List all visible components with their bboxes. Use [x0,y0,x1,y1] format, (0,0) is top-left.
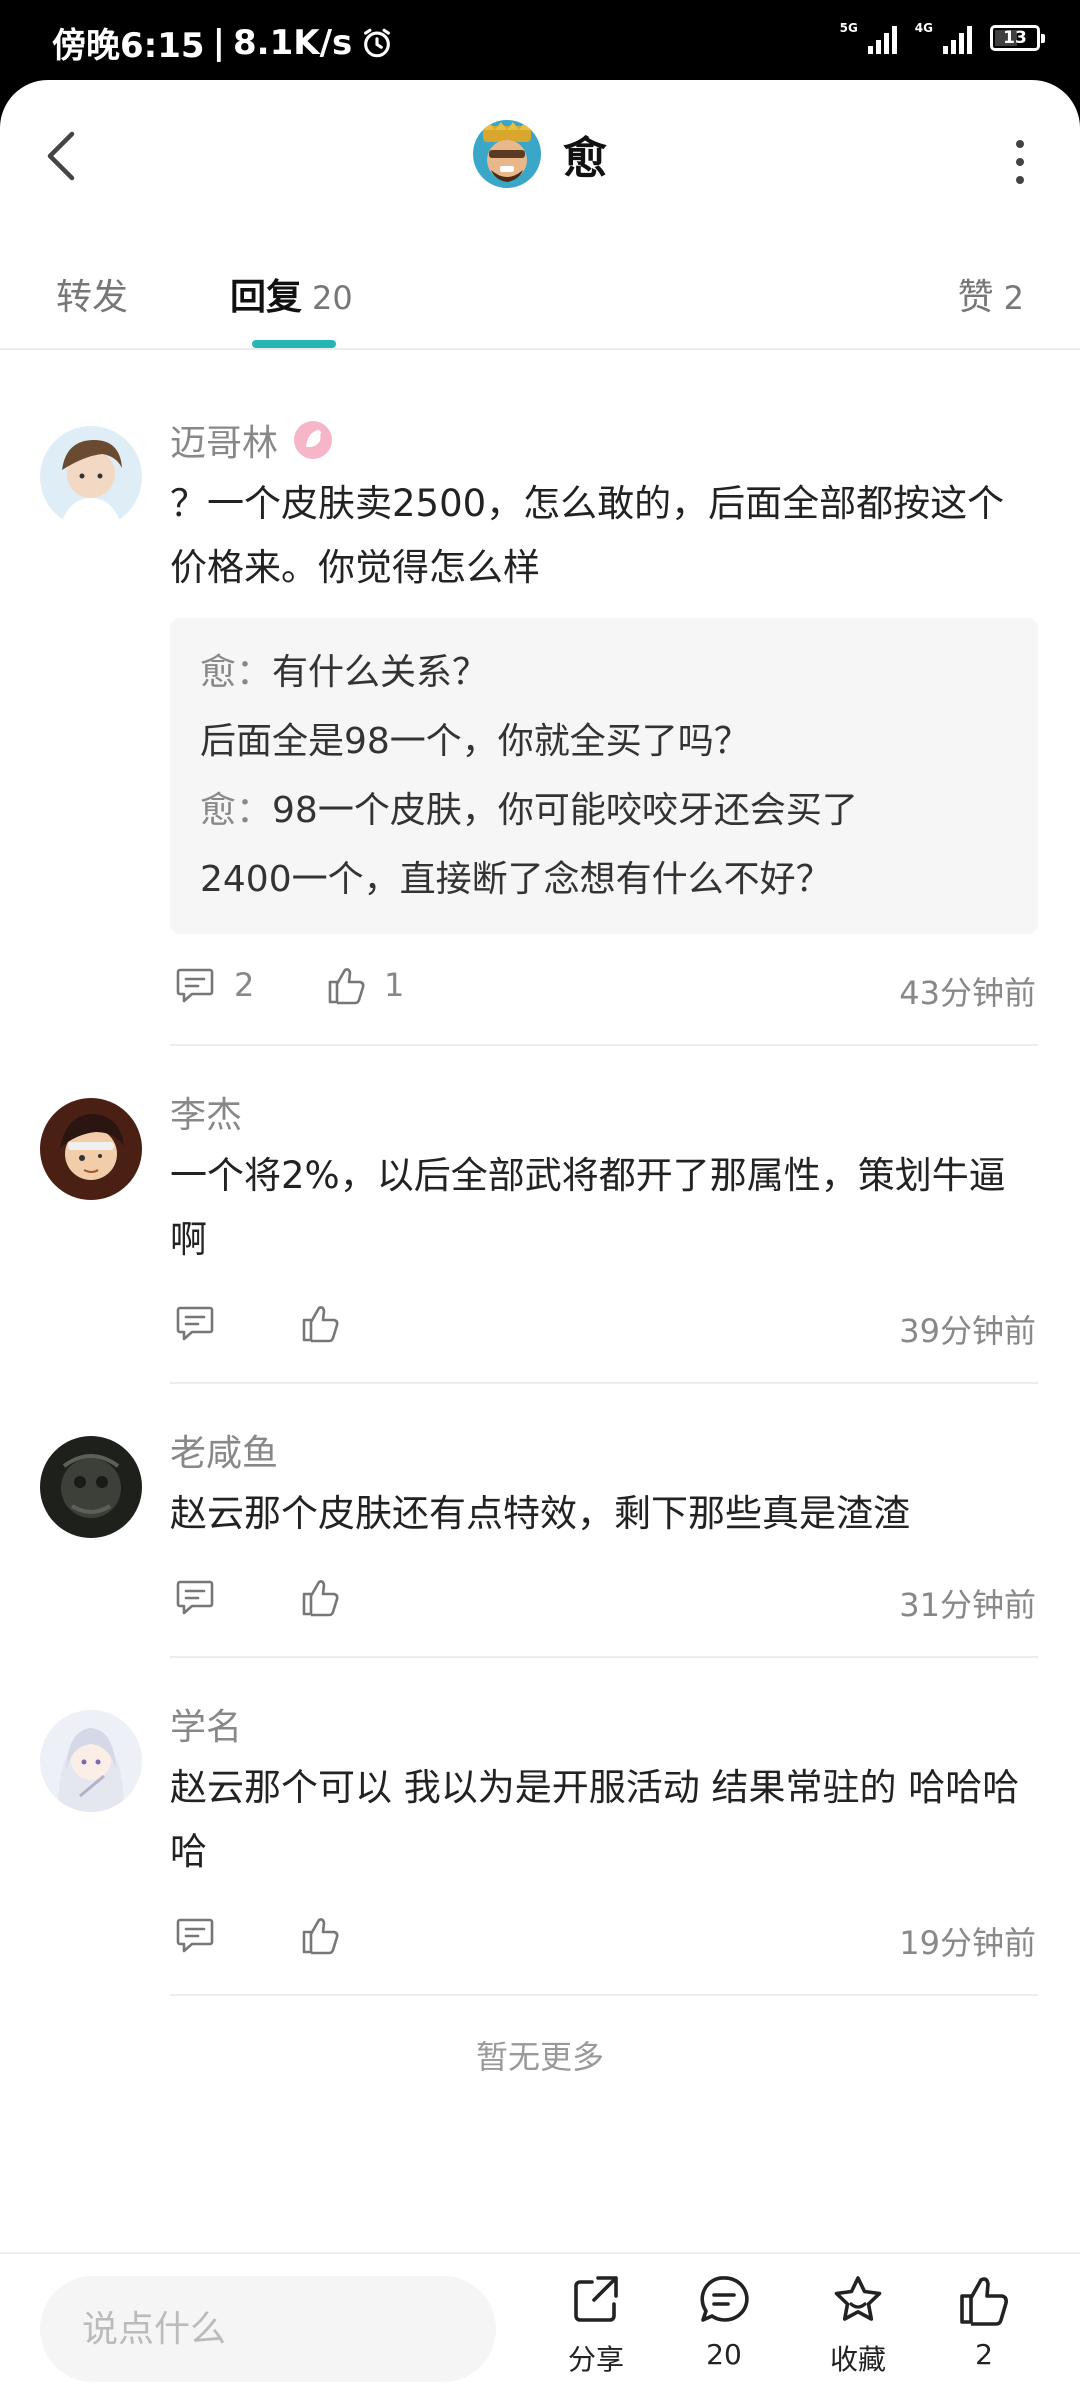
page-title: 愈 [563,133,607,184]
nested-reply: 后面全是98一个，你就全买了吗？ [200,721,750,762]
like-post-button[interactable]: 2 [934,2272,1034,2371]
tab-like[interactable]: 赞2 [958,268,1024,320]
nested-reply: 愈：98一个皮肤，你可能咬咬牙还会买了 [200,790,858,831]
comment-icon [176,1306,214,1341]
status-left: 傍晚6:15 | 8.1K/s [52,18,394,67]
comments-count-label: 20 [706,2338,742,2371]
comment-list: 迈哥林 ？一个皮肤卖2500，怎么敢的，后面全部都按这个价格来。你觉得怎么样 愈… [0,350,1080,2078]
thumbs-up-icon [302,1580,339,1617]
avatar[interactable] [40,1436,142,1538]
divider [170,1994,1038,1996]
author-avatar[interactable] [473,120,541,188]
comment-time: 39分钟前 [899,1312,1036,1350]
comment-item: 李杰 一个将2%，以后全部武将都开了那属性，策划牛逼啊 39分钟前 [0,1046,1080,1384]
comment-icon [176,1580,214,1615]
comment-time: 19分钟前 [899,1924,1036,1962]
favorite-label: 收藏 [829,2343,886,2376]
reply-tab-count: 20 [312,279,353,317]
comment-text: 赵云那个皮肤还有点特效，剩下那些真是渣渣 [170,1492,910,1535]
title-group: 愈 [0,120,1080,188]
status-right: 5G 4G 13 [839,21,1045,54]
comment-actions: 39分钟前 [170,1272,1038,1382]
share-icon [574,2276,618,2322]
star-icon [834,2276,882,2321]
share-label: 分享 [567,2343,624,2376]
nested-reply: 愈：有什么关系？ [200,652,489,693]
chat-bubble-icon [700,2276,749,2322]
nested-replies[interactable]: 愈：有什么关系？ 后面全是98一个，你就全买了吗？ 愈：98一个皮肤，你可能咬咬… [170,618,1038,934]
avatar[interactable] [40,1710,142,1812]
comment-input-wrapper [40,2276,496,2382]
nested-reply: 2400一个，直接断了念想有什么不好？ [200,859,832,900]
comment-text: 赵云那个可以 我以为是开服活动 结果常驻的 哈哈哈哈 [170,1766,1020,1873]
like-tab-count: 2 [1003,279,1024,317]
favorite-button[interactable]: 收藏 [808,2272,908,2378]
comment-author[interactable]: 学名 [170,1698,242,1750]
like-button[interactable] [300,1576,358,1618]
status-time: 傍晚6:15 [52,26,205,66]
reply-button[interactable] [174,1576,234,1618]
alarm-icon [364,28,391,57]
comment-time: 31分钟前 [899,1586,1036,1624]
author-avatar-image [473,120,541,188]
reply-button[interactable] [174,1302,234,1344]
status-bar: 傍晚6:15 | 8.1K/s 5G 4G 13 [0,0,1080,80]
top-bar: 愈 [0,80,1080,230]
network-speed: 8.1K/s [233,22,353,63]
comment-actions: 19分钟前 [170,1884,1038,1994]
more-options-icon[interactable] [1010,140,1030,184]
signal-5g-icon [867,22,897,54]
comment-actions: 2 1 43分钟前 [170,934,1038,1044]
reply-sheet: 愈 转发 回复 20 赞2 迈哥林 ？一个皮肤卖2500，怎么敢的，后面全部都按… [0,80,1080,2400]
net-4g-label: 4G [914,21,933,35]
battery-level: 13 [1003,28,1027,48]
thumbs-up-icon [302,1306,339,1343]
likes-count-label: 2 [975,2338,993,2371]
comment-author[interactable]: 李杰 [170,1086,242,1138]
comment-author[interactable]: 迈哥林 [170,414,278,466]
reply-button[interactable] [174,1914,234,1956]
active-tab-indicator [252,340,336,348]
like-button[interactable]: 1 [326,964,404,1006]
comment-icon [176,1918,214,1953]
comment-input[interactable] [40,2276,496,2382]
comment-item: 迈哥林 ？一个皮肤卖2500，怎么敢的，后面全部都按这个价格来。你觉得怎么样 愈… [0,350,1080,1046]
comment-item: 学名 赵云那个可以 我以为是开服活动 结果常驻的 哈哈哈哈 19分钟前 [0,1658,1080,1996]
net-5g-label: 5G [839,21,858,35]
comment-icon [176,968,214,1003]
like-button[interactable] [300,1914,358,1956]
comment-text: 一个将2%，以后全部武将都开了那属性，策划牛逼啊 [170,1154,1006,1261]
reply-button[interactable]: 2 [174,964,254,1006]
thumbs-up-icon [960,2277,1008,2326]
battery-icon: 13 [990,25,1045,51]
tab-reply[interactable]: 回复 20 [230,268,353,320]
comments-button[interactable]: 20 [674,2272,774,2371]
bottom-bar: 分享 20 收藏 2 [0,2252,1080,2400]
avatar[interactable] [40,1098,142,1200]
reply-count: 2 [234,966,255,1004]
comment-item: 老咸鱼 赵云那个皮肤还有点特效，剩下那些真是渣渣 31分钟前 [0,1384,1080,1658]
no-more-label: 暂无更多 [475,2038,604,2076]
share-button[interactable]: 分享 [546,2272,646,2378]
like-button[interactable] [300,1302,358,1344]
thumbs-up-icon [302,1918,339,1955]
tab-bar: 转发 回复 20 赞2 [0,230,1080,350]
like-count: 1 [384,966,405,1004]
tab-forward[interactable]: 转发 [56,268,128,320]
signal-4g-icon [943,22,972,54]
comment-author[interactable]: 老咸鱼 [170,1424,278,1476]
thumbs-up-icon [328,968,365,1005]
avatar[interactable] [40,426,142,528]
comment-text: ？一个皮肤卖2500，怎么敢的，后面全部都按这个价格来。你觉得怎么样 [170,482,1005,589]
pink-badge-icon [294,421,333,459]
comment-actions: 31分钟前 [170,1546,1038,1656]
comment-time: 43分钟前 [899,974,1036,1012]
